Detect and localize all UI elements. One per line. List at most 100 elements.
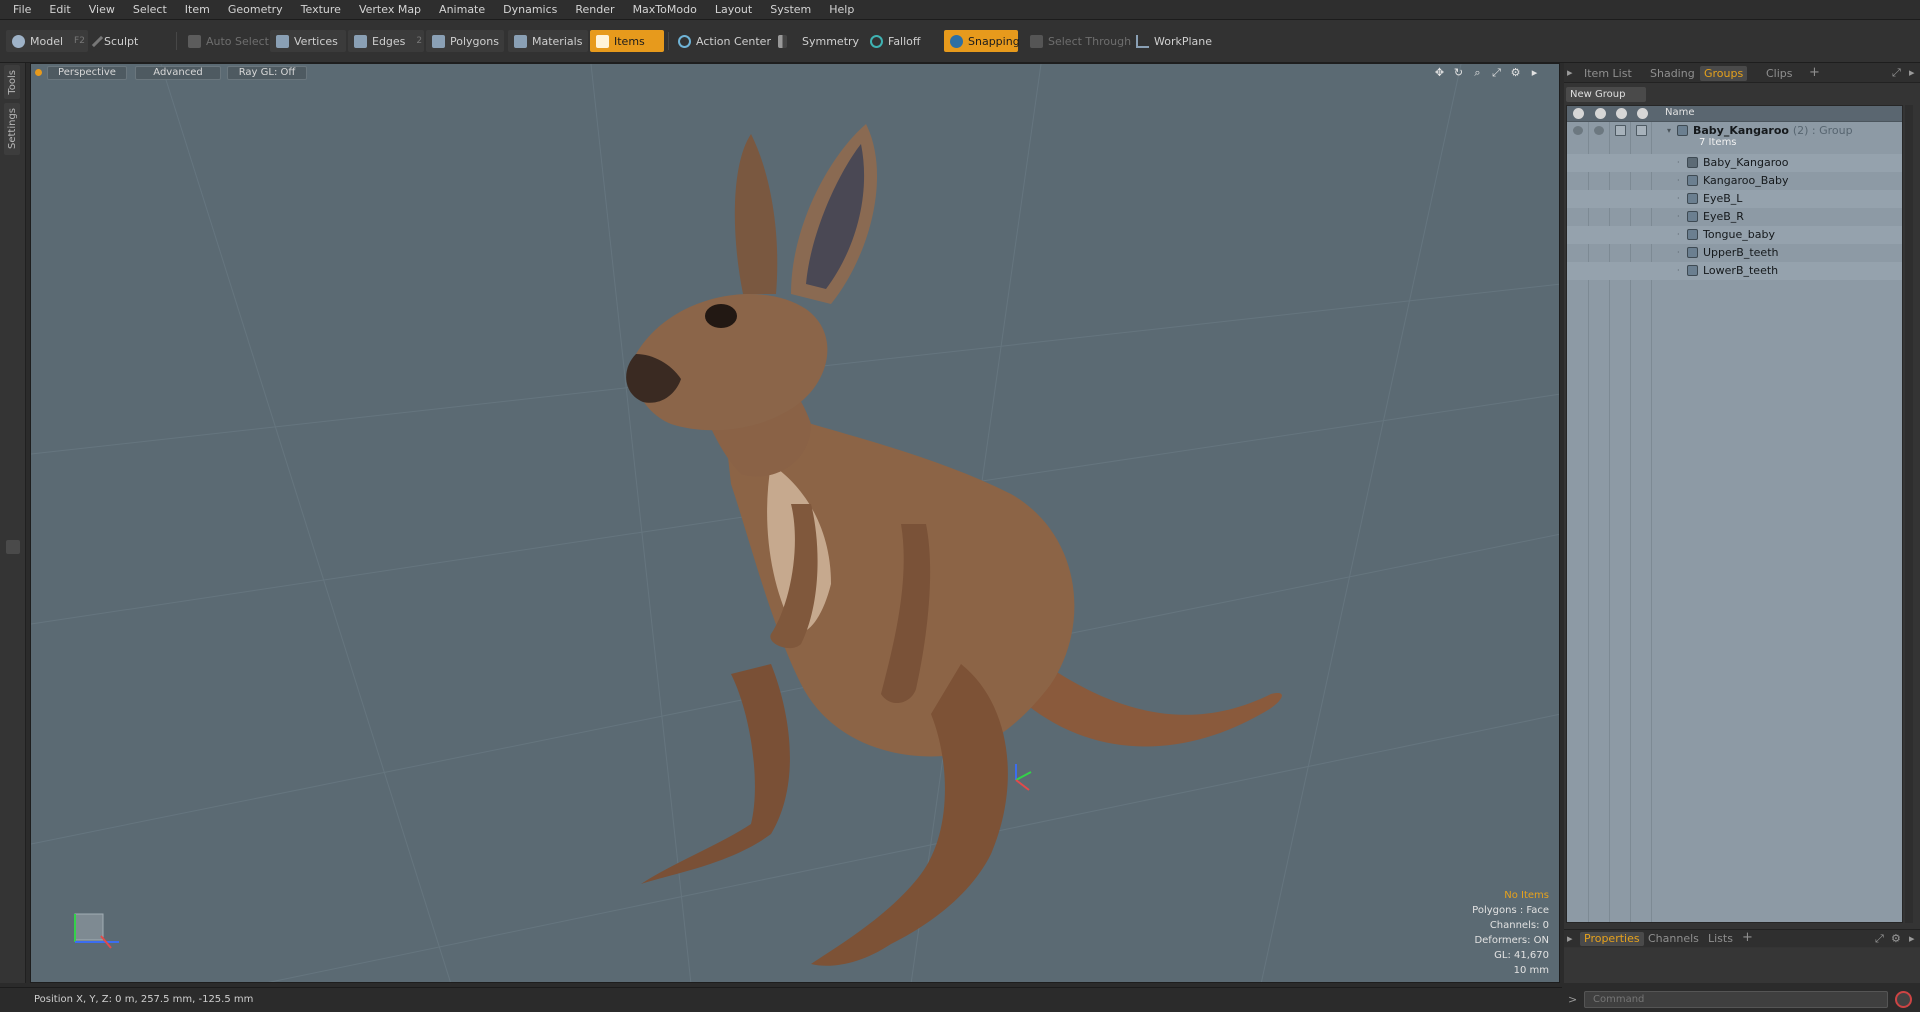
- group-expand-icon[interactable]: ▾: [1667, 126, 1671, 135]
- groups-list-header: Name: [1567, 106, 1902, 122]
- menu-edit[interactable]: Edit: [40, 0, 79, 20]
- polygons-button[interactable]: Polygons: [426, 30, 504, 52]
- column-name-header[interactable]: Name: [1665, 107, 1695, 118]
- menu-layout[interactable]: Layout: [706, 0, 761, 20]
- sculpt-button[interactable]: Sculpt: [90, 30, 166, 52]
- strip-toggle-button[interactable]: [6, 540, 20, 554]
- viewport-menu-dot[interactable]: [35, 69, 42, 76]
- menu-vertex-map[interactable]: Vertex Map: [350, 0, 430, 20]
- gear-icon[interactable]: ⚙: [1891, 932, 1901, 945]
- maximize-panel-icon[interactable]: ⤢: [1892, 66, 1901, 80]
- pan-icon[interactable]: ✥: [1433, 66, 1446, 79]
- list-item-label: Kangaroo_Baby: [1703, 174, 1789, 187]
- settings-tab[interactable]: Settings: [4, 103, 20, 155]
- list-item[interactable]: · Baby_Kangaroo: [1567, 154, 1902, 172]
- group-visibility-icon[interactable]: [1573, 126, 1583, 135]
- menu-select[interactable]: Select: [124, 0, 176, 20]
- viewport-scene: [31, 64, 1559, 982]
- tab-lists[interactable]: Lists: [1704, 932, 1737, 946]
- rotate-icon[interactable]: ↻: [1452, 66, 1465, 79]
- add-tab-icon[interactable]: +: [1809, 65, 1820, 80]
- symmetry-button[interactable]: Symmetry: [772, 30, 859, 52]
- menu-file[interactable]: File: [4, 0, 40, 20]
- command-history-button[interactable]: [1895, 991, 1912, 1008]
- 3d-viewport[interactable]: Perspective Advanced Ray GL: Off ✥ ↻ ⌕ ⤢…: [30, 63, 1560, 983]
- select-through-button[interactable]: Select Through: [1024, 30, 1131, 52]
- snapping-button[interactable]: Snapping: [944, 30, 1020, 52]
- tab-groups[interactable]: Groups: [1700, 66, 1748, 81]
- menu-help[interactable]: Help: [820, 0, 863, 20]
- menu-render[interactable]: Render: [566, 0, 623, 20]
- action-center-button[interactable]: Action Center: [672, 30, 771, 52]
- list-scrollbar[interactable]: [1905, 105, 1913, 923]
- group-name: Baby_Kangaroo (2) : Group: [1693, 124, 1853, 137]
- workplane-button[interactable]: WorkPlane: [1130, 30, 1212, 52]
- panel-arrow-icon[interactable]: ▸: [1909, 66, 1915, 79]
- tools-tab[interactable]: Tools: [4, 65, 20, 99]
- menu-dynamics[interactable]: Dynamics: [494, 0, 566, 20]
- edges-shortcut: 2: [416, 36, 423, 46]
- tab-clips[interactable]: Clips: [1762, 66, 1797, 81]
- menu-item[interactable]: Item: [176, 0, 219, 20]
- list-item[interactable]: · Tongue_baby: [1567, 226, 1902, 244]
- group-lock-checkbox[interactable]: [1615, 125, 1626, 136]
- list-item[interactable]: · LowerB_teeth: [1567, 262, 1902, 280]
- vertices-button[interactable]: Vertices 1: [270, 30, 355, 52]
- render-column-icon[interactable]: [1595, 108, 1606, 119]
- menu-system[interactable]: System: [761, 0, 820, 20]
- arrow-right-icon[interactable]: ▸: [1528, 66, 1541, 79]
- action-center-label: Action Center: [696, 34, 771, 48]
- list-item[interactable]: · UpperB_teeth: [1567, 244, 1902, 262]
- list-item[interactable]: · EyeB_R: [1567, 208, 1902, 226]
- list-item-label: LowerB_teeth: [1703, 264, 1779, 277]
- panel-menu-icon[interactable]: ▸: [1567, 66, 1573, 79]
- zoom-icon[interactable]: ⌕: [1471, 66, 1484, 79]
- list-item-label: Baby_Kangaroo: [1703, 156, 1789, 169]
- group-select-checkbox[interactable]: [1636, 125, 1647, 136]
- new-group-button[interactable]: New Group: [1566, 87, 1646, 102]
- items-button[interactable]: Items: [590, 30, 664, 52]
- visibility-column-icon[interactable]: [1573, 108, 1584, 119]
- add-bottom-tab-icon[interactable]: +: [1742, 930, 1753, 945]
- menu-texture[interactable]: Texture: [292, 0, 350, 20]
- auto-select-button[interactable]: Auto Select: [182, 30, 269, 52]
- tab-properties[interactable]: Properties: [1580, 932, 1644, 946]
- group-row[interactable]: ▾ Baby_Kangaroo (2) : Group 7 Items: [1567, 122, 1902, 154]
- model-button[interactable]: Model F2: [6, 30, 88, 52]
- list-item[interactable]: · Kangaroo_Baby: [1567, 172, 1902, 190]
- gear-icon[interactable]: ⚙: [1509, 66, 1522, 79]
- tab-shading[interactable]: Shading: [1646, 66, 1699, 81]
- menu-maxtomodo[interactable]: MaxToModo: [624, 0, 706, 20]
- edges-button[interactable]: Edges 2: [348, 30, 424, 52]
- mesh-icon: [1687, 211, 1698, 222]
- shading-dropdown[interactable]: Advanced: [135, 66, 221, 80]
- perspective-dropdown[interactable]: Perspective: [47, 66, 127, 80]
- bottom-panel-menu-icon[interactable]: ▸: [1567, 932, 1573, 945]
- maximize-bottom-icon[interactable]: ⤢: [1875, 932, 1884, 946]
- maximize-icon[interactable]: ⤢: [1490, 66, 1503, 79]
- tab-channels[interactable]: Channels: [1644, 932, 1703, 946]
- viewport-header: Perspective Advanced Ray GL: Off ✥ ↻ ⌕ ⤢…: [31, 64, 1559, 82]
- right-panel-tabs: ▸ Item List Shading Groups Clips + ⤢ ▸: [1564, 63, 1920, 83]
- menu-geometry[interactable]: Geometry: [219, 0, 292, 20]
- item-gizmo: [1015, 764, 1032, 791]
- materials-button[interactable]: Materials: [508, 30, 588, 52]
- auto-select-label: Auto Select: [206, 34, 269, 48]
- status-bar: Position X, Y, Z: 0 m, 257.5 mm, -125.5 …: [0, 987, 1562, 1012]
- list-item[interactable]: · EyeB_L: [1567, 190, 1902, 208]
- mesh-icon: [1687, 265, 1698, 276]
- sculpt-label: Sculpt: [104, 34, 139, 48]
- items-icon: [596, 34, 609, 48]
- raygl-dropdown[interactable]: Ray GL: Off: [227, 66, 307, 80]
- lock-column-icon[interactable]: [1616, 108, 1627, 119]
- group-render-icon[interactable]: [1594, 126, 1604, 135]
- menu-view[interactable]: View: [80, 0, 124, 20]
- select-column-icon[interactable]: [1637, 108, 1648, 119]
- workplane-icon: [1136, 34, 1149, 48]
- command-input[interactable]: [1584, 991, 1888, 1008]
- tab-item-list[interactable]: Item List: [1580, 66, 1636, 81]
- axis-indicator: [74, 913, 119, 949]
- bottom-arrow-icon[interactable]: ▸: [1909, 932, 1915, 945]
- menu-animate[interactable]: Animate: [430, 0, 494, 20]
- falloff-button[interactable]: Falloff: [864, 30, 944, 52]
